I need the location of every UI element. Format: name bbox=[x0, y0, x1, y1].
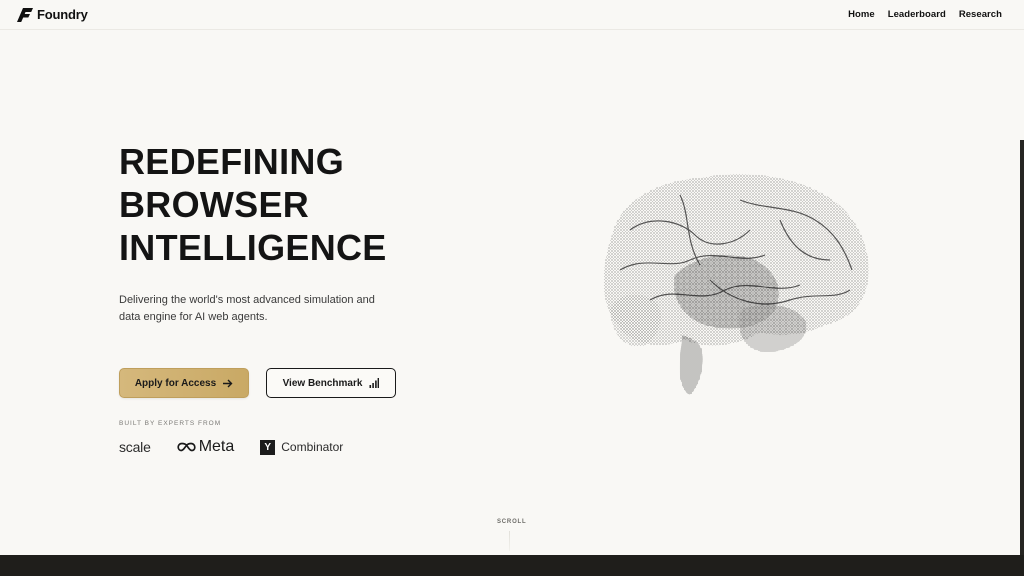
meta-logo: Meta bbox=[177, 438, 235, 456]
bar-chart-icon bbox=[369, 378, 380, 388]
partner-logos: scale Meta Y Combinator bbox=[119, 437, 343, 457]
infinity-icon bbox=[177, 442, 196, 452]
brain-point-cloud-icon bbox=[603, 174, 869, 395]
brand-logo[interactable]: Foundry bbox=[17, 7, 88, 22]
nav-leaderboard[interactable]: Leaderboard bbox=[888, 9, 946, 20]
hero-title-line-3: INTELLIGENCE bbox=[119, 227, 387, 268]
scale-logo: scale bbox=[119, 439, 151, 455]
meta-wordmark: Meta bbox=[198, 438, 235, 455]
view-benchmark-button[interactable]: View Benchmark bbox=[266, 368, 396, 398]
hero-title-line-1: REDEFINING bbox=[119, 141, 345, 182]
brand-name: Foundry bbox=[37, 7, 88, 22]
scroll-indicator-line bbox=[509, 531, 510, 551]
yc-wordmark: Combinator bbox=[281, 440, 344, 454]
main-nav: Home Leaderboard Research bbox=[848, 9, 1002, 20]
yc-logo: Y Combinator bbox=[260, 439, 344, 455]
yc-mark: Y bbox=[260, 439, 276, 455]
hero-title: REDEFINING BROWSER INTELLIGENCE bbox=[119, 140, 387, 269]
hero-title-line-2: BROWSER bbox=[119, 184, 310, 225]
nav-home[interactable]: Home bbox=[848, 9, 875, 20]
view-benchmark-label: View Benchmark bbox=[282, 377, 363, 389]
arrow-right-icon bbox=[223, 379, 233, 388]
scroll-indicator-label: SCROLL bbox=[497, 519, 527, 525]
foundry-logo-icon bbox=[17, 7, 33, 22]
apply-for-access-button[interactable]: Apply for Access bbox=[119, 368, 249, 398]
apply-for-access-label: Apply for Access bbox=[134, 377, 217, 389]
top-nav-bar: Foundry Home Leaderboard Research bbox=[0, 0, 1024, 30]
next-section-band bbox=[0, 555, 1024, 576]
nav-research[interactable]: Research bbox=[959, 9, 1002, 20]
built-by-label: BUILT BY EXPERTS FROM bbox=[119, 420, 222, 427]
page-edge-shadow bbox=[1020, 140, 1024, 555]
hero-subtitle: Delivering the world's most advanced sim… bbox=[119, 294, 375, 323]
